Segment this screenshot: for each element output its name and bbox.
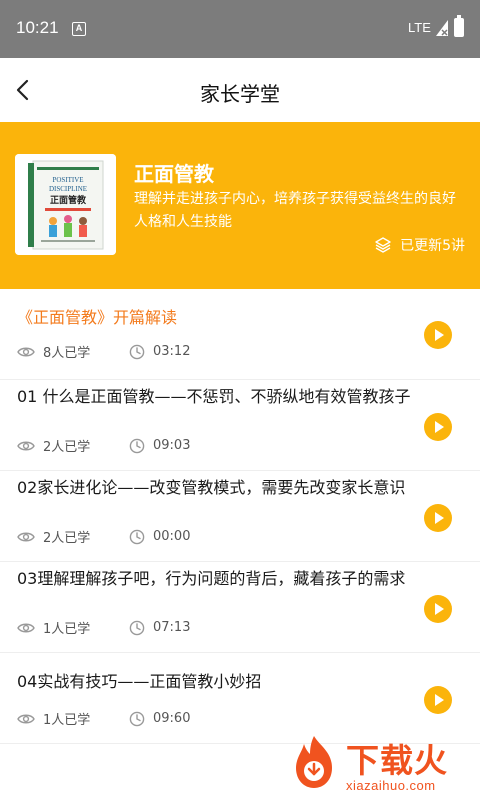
eye-icon (17, 347, 35, 356)
lesson-views: 2人已学 (43, 531, 91, 546)
battery-icon (454, 15, 464, 37)
svg-text:DISCIPLINE: DISCIPLINE (49, 185, 87, 193)
notification-icon: A (72, 22, 86, 36)
play-button[interactable] (424, 321, 452, 349)
eye-icon (17, 714, 35, 723)
signal-icon (436, 20, 448, 36)
update-count-label: 已更新5讲 (400, 238, 465, 254)
svg-text:正面管教: 正面管教 (50, 194, 87, 206)
status-time: 10:21 (16, 18, 59, 37)
lesson-title: 《正面管教》开篇解读 (17, 308, 178, 327)
lesson-title: 02家长进化论——改变管教模式，需要先改变家长意识 (17, 478, 406, 497)
lesson-title: 03理解理解孩子吧，行为问题的背后，藏着孩子的需求 (17, 569, 406, 588)
lesson-duration: 09:03 (153, 438, 191, 453)
eye-icon (17, 441, 35, 450)
lesson-list: 《正面管教》开篇解读 8人已学 03:12 01 什么是正面管教——不惩罚、不骄… (0, 289, 480, 744)
lesson-item[interactable]: 02家长进化论——改变管教模式，需要先改变家长意识 2人已学 00:00 (0, 471, 480, 562)
watermark-url: xiazaihuo.com (346, 778, 436, 793)
flame-logo-icon (296, 736, 332, 788)
lesson-title: 04实战有技巧——正面管教小妙招 (17, 672, 262, 691)
eye-icon (17, 623, 35, 632)
lesson-duration: 00:00 (153, 529, 191, 544)
course-header: POSITIVE DISCIPLINE 正面管教 正面管教 理解并走进孩子内心，… (0, 122, 480, 289)
status-bar: 10:21 A LTE (0, 0, 480, 58)
lesson-duration: 03:12 (153, 344, 191, 359)
play-button[interactable] (424, 413, 452, 441)
lesson-meta: 1人已学 09:60 (17, 709, 190, 728)
lesson-meta: 1人已学 07:13 (17, 618, 190, 637)
clock-icon (129, 438, 145, 453)
nav-bar: 家长学堂 (0, 58, 480, 122)
lesson-meta: 2人已学 09:03 (17, 436, 190, 455)
lesson-views: 2人已学 (43, 440, 91, 455)
network-type: LTE (408, 20, 431, 35)
course-cover-image[interactable]: POSITIVE DISCIPLINE 正面管教 (15, 154, 116, 255)
lesson-duration: 09:60 (153, 711, 191, 726)
clock-icon (129, 529, 145, 544)
watermark-text: 下载火 (346, 741, 448, 780)
update-count: 已更新5讲 (374, 235, 465, 255)
clock-icon (129, 620, 145, 635)
lesson-title: 01 什么是正面管教——不惩罚、不骄纵地有效管教孩子 (17, 387, 411, 406)
lesson-item[interactable]: 《正面管教》开篇解读 8人已学 03:12 (0, 289, 480, 380)
play-button[interactable] (424, 504, 452, 532)
play-button[interactable] (424, 686, 452, 714)
svg-text:POSITIVE: POSITIVE (52, 176, 83, 184)
eye-icon (17, 532, 35, 541)
lesson-views: 1人已学 (43, 713, 91, 728)
lesson-item[interactable]: 01 什么是正面管教——不惩罚、不骄纵地有效管教孩子 2人已学 09:03 (0, 380, 480, 471)
layers-icon (375, 237, 391, 253)
watermark: 下载火 xiazaihuo.com (280, 728, 480, 800)
lesson-item[interactable]: 03理解理解孩子吧，行为问题的背后，藏着孩子的需求 1人已学 07:13 (0, 562, 480, 653)
lesson-views: 8人已学 (43, 346, 91, 361)
lesson-meta: 8人已学 03:12 (17, 342, 190, 361)
lesson-meta: 2人已学 00:00 (17, 527, 190, 546)
book-cover-illustration: POSITIVE DISCIPLINE 正面管教 (15, 154, 116, 255)
page-title: 家长学堂 (200, 82, 280, 106)
lesson-duration: 07:13 (153, 620, 191, 635)
play-button[interactable] (424, 595, 452, 623)
course-title: 正面管教 (134, 162, 214, 186)
lesson-views: 1人已学 (43, 622, 91, 637)
course-description: 理解并走进孩子内心，培养孩子获得受益终生的良好人格和人生技能 (134, 191, 456, 230)
clock-icon (129, 344, 145, 359)
clock-icon (129, 711, 145, 726)
